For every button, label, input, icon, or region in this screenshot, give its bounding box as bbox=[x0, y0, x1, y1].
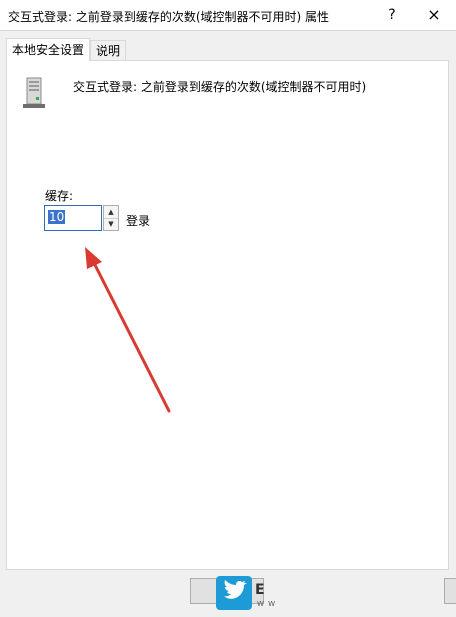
apply-button[interactable] bbox=[444, 578, 456, 604]
watermark-mark: E bbox=[255, 582, 265, 598]
annotation-arrow bbox=[85, 247, 171, 413]
tab-local-security-setting[interactable]: 本地安全设置 bbox=[6, 38, 91, 61]
tab-panel: 交互式登录: 之前登录到缓存的次数(域控制器不可用时) 缓存: 10 ▲ ▼ 登… bbox=[6, 60, 449, 570]
tab-explain[interactable]: 说明 bbox=[90, 40, 127, 61]
window-title: 交互式登录: 之前登录到缓存的次数(域控制器不可用时) 属性 bbox=[8, 10, 330, 24]
watermark-logo bbox=[216, 576, 252, 610]
bird-icon bbox=[224, 580, 247, 599]
close-button[interactable]: × bbox=[414, 0, 454, 30]
title-bar: 交互式登录: 之前登录到缓存的次数(域控制器不可用时) 属性 ? × bbox=[0, 0, 456, 31]
watermark-sub: W W bbox=[257, 600, 277, 608]
help-button[interactable]: ? bbox=[372, 0, 412, 30]
